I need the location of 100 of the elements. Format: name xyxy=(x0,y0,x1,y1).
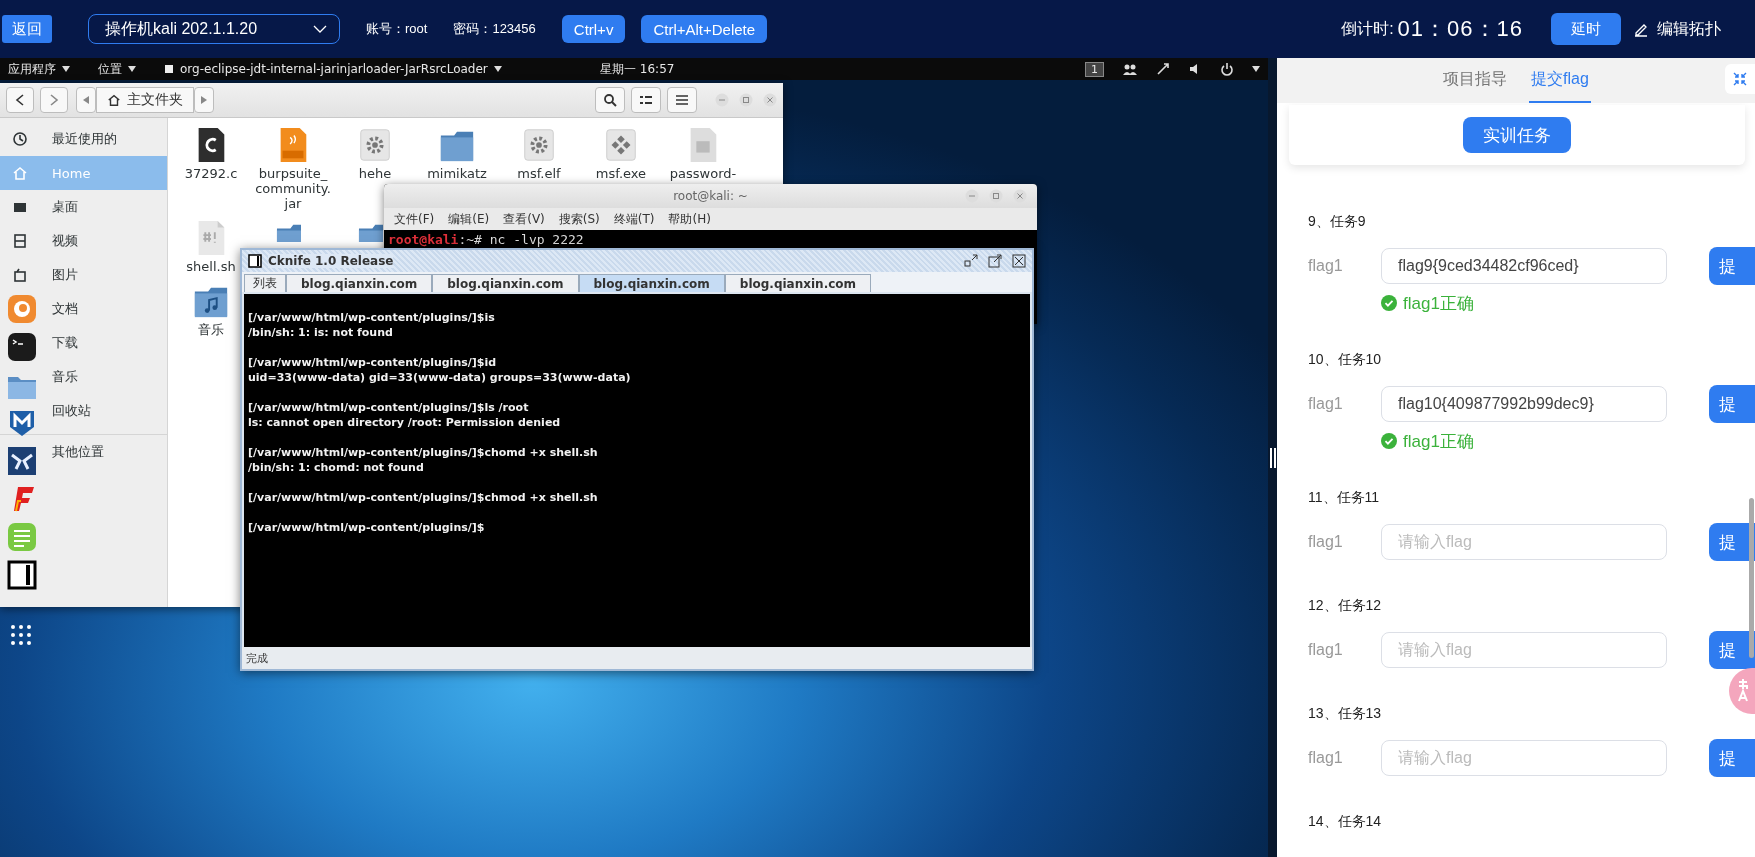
key-combo-button[interactable]: Ctrl+v xyxy=(561,15,626,43)
menu-icon xyxy=(675,94,689,106)
menu-item[interactable]: 编辑(E) xyxy=(448,210,490,228)
close-icon[interactable] xyxy=(1012,254,1026,268)
menu-item[interactable]: 查看(V) xyxy=(503,210,545,228)
file-name[interactable]: 37292.c xyxy=(183,166,239,181)
machine-select[interactable]: 操作机kali 202.1.1.20 xyxy=(88,14,340,44)
success-message: flag1正确 xyxy=(1403,292,1474,315)
sidebar-item[interactable]: 文档 xyxy=(40,292,167,326)
sidebar-item[interactable]: 音乐 xyxy=(40,360,167,394)
splitter-handle[interactable] xyxy=(1269,447,1276,468)
sidebar-item[interactable]: 最近使用的 xyxy=(0,122,167,156)
file-name[interactable]: hehe xyxy=(357,166,393,181)
caret-icon[interactable] xyxy=(62,66,70,72)
submit-button[interactable]: 提 xyxy=(1709,739,1755,777)
tab[interactable]: blog.qianxin.com xyxy=(578,274,725,292)
shell-line: [/var/www/html/wp-content/plugins/]$chmod +x shell.sh xyxy=(248,490,599,505)
path-scroll-right[interactable] xyxy=(194,87,214,113)
search-button[interactable] xyxy=(595,87,625,113)
power-icon[interactable] xyxy=(1220,62,1234,76)
file-name[interactable]: mimikatz xyxy=(426,166,488,181)
countdown-label: 倒计时: xyxy=(1341,18,1394,39)
menu-button[interactable] xyxy=(667,87,697,113)
flag-input[interactable]: 请输入flag xyxy=(1381,524,1667,560)
flag-input[interactable]: flag10{409877992b99dec9} xyxy=(1381,386,1667,422)
task-title: 10、任务10 xyxy=(1308,350,1383,369)
file-name[interactable]: password- xyxy=(668,166,738,181)
collapse-button[interactable] xyxy=(1725,64,1755,94)
network-icon[interactable] xyxy=(1156,62,1170,76)
file-name[interactable]: msf.exe xyxy=(594,166,648,181)
app-grid-icon[interactable] xyxy=(10,624,32,646)
file-name[interactable]: 音乐 xyxy=(197,322,225,337)
submit-button[interactable]: 提 xyxy=(1709,631,1755,669)
shell-line: [/var/www/html/wp-content/plugins/]$id xyxy=(248,355,498,370)
path-button[interactable]: 主文件夹 xyxy=(96,87,194,113)
tab[interactable]: 项目指导 xyxy=(1441,58,1510,103)
workspace-indicator[interactable]: 1 xyxy=(1085,61,1104,77)
password-text: 密码：123456 xyxy=(453,20,536,38)
file-name[interactable]: msf.elf xyxy=(516,166,562,181)
panel-clock[interactable]: 星期一 16:57 xyxy=(600,60,675,78)
menu-item[interactable]: 帮助(H) xyxy=(668,210,711,228)
field-label: flag1 xyxy=(1308,749,1344,767)
clock-icon xyxy=(12,131,28,147)
sidebar-item[interactable]: 下载 xyxy=(40,326,167,360)
tab[interactable]: blog.qianxin.com xyxy=(432,274,579,292)
task-title: 9、任务9 xyxy=(1308,212,1367,231)
scrollbar[interactable] xyxy=(1749,498,1754,658)
sidebar-item[interactable]: 桌面 xyxy=(0,190,167,224)
field-label: flag1 xyxy=(1308,395,1344,413)
window-title: root@kali: ~ xyxy=(673,189,748,203)
panel-menu[interactable]: 位置 xyxy=(98,60,122,78)
flag-input[interactable]: flag9{9ced34482cf96ced} xyxy=(1381,248,1667,284)
back-button[interactable]: 返回 xyxy=(2,15,52,43)
terminal-prompt: root@kali xyxy=(388,232,459,247)
extend-button[interactable]: 延时 xyxy=(1551,13,1621,45)
menu-item[interactable]: 终端(T) xyxy=(613,210,655,228)
task-title: 14、任务14 xyxy=(1308,812,1383,831)
file-name[interactable]: burpsuite_ community. jar xyxy=(254,166,332,211)
tab[interactable]: blog.qianxin.com xyxy=(724,274,872,292)
training-task-button[interactable]: 实训任务 xyxy=(1463,117,1571,153)
forward-nav-button[interactable] xyxy=(40,87,68,113)
window-app-icon[interactable] xyxy=(6,559,38,591)
tab[interactable]: 提交flag xyxy=(1529,58,1591,103)
terminal-icon[interactable] xyxy=(6,331,38,363)
sidebar-item[interactable]: 其他位置 xyxy=(40,435,167,469)
view-toggle-button[interactable] xyxy=(631,87,661,113)
chevron-left-icon xyxy=(15,94,25,106)
shell-line: /bin/sh: 1: chomd: not found xyxy=(248,460,425,475)
caret-icon[interactable] xyxy=(493,66,502,72)
sidebar-item[interactable]: 图片 xyxy=(0,258,167,292)
panel-menu[interactable]: 应用程序 xyxy=(8,60,56,78)
menu-item[interactable]: 搜索(S) xyxy=(558,210,600,228)
people-icon[interactable] xyxy=(1122,63,1138,75)
submit-button[interactable]: 提 xyxy=(1709,247,1755,285)
status-text: 完成 xyxy=(246,650,268,666)
tab[interactable]: blog.qianxin.com xyxy=(286,274,433,292)
tab[interactable]: 列表 xyxy=(244,274,286,292)
restore-icon[interactable] xyxy=(964,254,978,268)
file-name[interactable]: shell.sh xyxy=(185,259,237,274)
active-window-menu[interactable]: org-eclipse-jdt-internal-jarinjarloader-JarRsrcLoader xyxy=(180,62,488,76)
account-text: 账号：root xyxy=(366,20,428,38)
path-scroll-left[interactable] xyxy=(76,87,96,113)
caret-icon[interactable] xyxy=(128,66,136,72)
maximize-icon[interactable] xyxy=(988,254,1002,268)
field-label: flag1 xyxy=(1308,533,1344,551)
field-label: flag1 xyxy=(1308,641,1344,659)
menu-item[interactable]: 文件(F) xyxy=(394,210,435,228)
flag-input[interactable]: 请输入flag xyxy=(1381,632,1667,668)
flag-input[interactable]: 请输入flag xyxy=(1381,740,1667,776)
task-title: 11、任务11 xyxy=(1308,488,1381,507)
home-icon xyxy=(107,93,121,107)
shell-line: [/var/www/html/wp-content/plugins/]$ls /root xyxy=(248,400,530,415)
submit-button[interactable]: 提 xyxy=(1709,385,1755,423)
back-nav-button[interactable] xyxy=(6,87,34,113)
caret-icon[interactable] xyxy=(1252,66,1260,72)
key-combo-button[interactable]: Ctrl+Alt+Delete xyxy=(641,15,768,43)
window-icon xyxy=(164,64,174,74)
sidebar-item[interactable]: 回收站 xyxy=(40,394,167,428)
edit-topology-link[interactable]: 编辑拓扑 xyxy=(1657,18,1721,40)
sidebar-item[interactable]: 视频 xyxy=(0,224,167,258)
